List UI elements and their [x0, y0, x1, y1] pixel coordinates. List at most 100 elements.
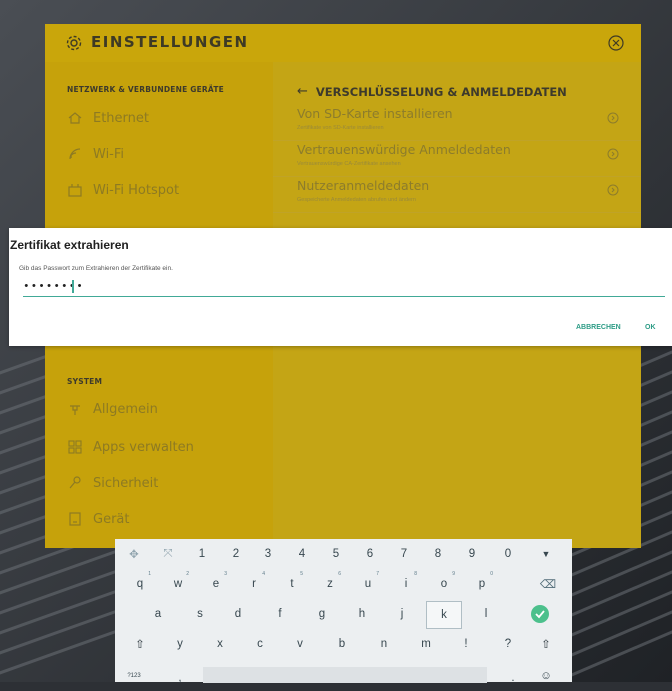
key-exclamation[interactable]: ! [453, 631, 479, 657]
chevron-right-icon [607, 148, 619, 160]
key-p-hint: 0 [490, 571, 493, 577]
key-k[interactable]: k [426, 601, 462, 629]
key-p[interactable]: p0 [469, 571, 495, 597]
key-r[interactable]: r4 [241, 571, 267, 597]
key-o-label: o [440, 578, 448, 590]
sidebar-item-device[interactable]: Gerät [67, 508, 129, 530]
list-item-trusted-credentials[interactable]: Vertrauenswürdige Anmeldedaten Vertrauen… [273, 140, 641, 177]
key-n[interactable]: n [371, 631, 397, 657]
detail-header: ← VERSCHLÜSSELUNG & ANMELDEDATEN [297, 84, 567, 99]
key-c[interactable]: c [247, 631, 273, 657]
dialog-message: Gib das Passwort zum Extrahieren der Zer… [19, 265, 173, 272]
sidebar-item-hotspot[interactable]: Wi-Fi Hotspot [67, 179, 179, 201]
enter-key[interactable] [527, 601, 553, 627]
key-v[interactable]: v [287, 631, 313, 657]
key-r-label: r [252, 578, 256, 590]
key-5[interactable]: 5 [323, 541, 349, 567]
hide-keyboard-icon[interactable]: ▼ [533, 541, 559, 567]
key-z-hint: 6 [338, 571, 341, 577]
keyboard-row-yxcv: ⇧ y x c v b n m ! ? ⇧ [115, 631, 572, 661]
key-m[interactable]: m [413, 631, 439, 657]
chevron-right-icon [607, 184, 619, 196]
sidebar-item-label: Ethernet [93, 110, 149, 126]
device-icon [69, 512, 81, 526]
key-p-label: p [478, 578, 486, 590]
shift-right-icon[interactable]: ⇧ [533, 631, 559, 657]
home-icon [68, 112, 82, 124]
key-1[interactable]: 1 [189, 541, 215, 567]
key-b[interactable]: b [329, 631, 355, 657]
sidebar-item-apps[interactable]: Apps verwalten [67, 436, 194, 458]
key-i-label: i [404, 578, 408, 590]
keyboard-row-numbers: ✥ ⤧ 1 2 3 4 5 6 7 8 9 0 ▼ [115, 541, 572, 571]
key-6[interactable]: 6 [357, 541, 383, 567]
chevron-right-icon [607, 112, 619, 124]
key-r-hint: 4 [262, 571, 265, 577]
sidebar-item-label: Wi-Fi [93, 146, 125, 162]
key-w[interactable]: w2 [165, 571, 191, 597]
key-7[interactable]: 7 [391, 541, 417, 567]
key-question[interactable]: ? [495, 631, 521, 657]
cancel-button[interactable]: ABBRECHEN [576, 324, 621, 331]
key-0[interactable]: 0 [495, 541, 521, 567]
key-h[interactable]: h [349, 601, 375, 627]
key-z[interactable]: z6 [317, 571, 343, 597]
keyboard-row-qwertz: q1 w2 e3 r4 t5 z6 u7 i8 o9 p0 ⌫ [115, 571, 572, 601]
dialog-title: Zertifikat extrahieren [10, 238, 129, 252]
password-field[interactable] [23, 278, 665, 297]
backspace-icon[interactable]: ⌫ [535, 571, 561, 597]
key-f[interactable]: f [267, 601, 293, 627]
key-4[interactable]: 4 [289, 541, 315, 567]
sidebar-item-label: Sicherheit [93, 475, 159, 491]
resize-icon[interactable]: ⤧ [155, 541, 181, 567]
space-bar[interactable] [203, 667, 487, 683]
close-icon[interactable] [607, 34, 625, 52]
key-x[interactable]: x [207, 631, 233, 657]
key-9[interactable]: 9 [459, 541, 485, 567]
wifi-icon [69, 148, 81, 160]
key-o[interactable]: o9 [431, 571, 457, 597]
key-s[interactable]: s [187, 601, 213, 627]
list-item-install-sd[interactable]: Von SD-Karte installieren Zertifikate vo… [273, 104, 641, 141]
key-8[interactable]: 8 [425, 541, 451, 567]
key-e[interactable]: e3 [203, 571, 229, 597]
sidebar-item-security[interactable]: Sicherheit [67, 472, 158, 494]
keyboard-row-asdf: a s d f g h j k l [115, 601, 572, 631]
list-item-user-credentials[interactable]: Nutzeranmeldedaten Gespeicherte Anmelded… [273, 176, 641, 213]
general-icon [70, 405, 80, 415]
key-e-label: e [212, 578, 220, 590]
key-y[interactable]: y [167, 631, 193, 657]
settings-header: EINSTELLUNGEN [45, 24, 641, 62]
key-t[interactable]: t5 [279, 571, 305, 597]
list-item-subtitle: Gespeicherte Anmeldedaten abrufen und än… [297, 197, 416, 203]
sidebar-item-general[interactable]: Allgemein [67, 398, 158, 420]
key-u[interactable]: u7 [355, 571, 381, 597]
period-key[interactable]: . [500, 665, 526, 691]
sidebar-item-ethernet[interactable]: Ethernet [67, 107, 149, 129]
key-u-label: u [364, 578, 372, 590]
key-q[interactable]: q1 [127, 571, 153, 597]
emoji-icon[interactable]: ☺ [533, 663, 559, 689]
sidebar-item-label: Allgemein [93, 401, 158, 417]
key-g[interactable]: g [309, 601, 335, 627]
ok-button[interactable]: OK [645, 324, 656, 331]
key-2[interactable]: 2 [223, 541, 249, 567]
back-arrow-icon[interactable]: ← [297, 84, 308, 99]
shift-left-icon[interactable]: ⇧ [127, 631, 153, 657]
key-q-label: q [136, 578, 144, 590]
key-3[interactable]: 3 [255, 541, 281, 567]
key-a[interactable]: a [145, 601, 171, 627]
symbols-key[interactable]: ?123 [121, 663, 147, 689]
key-i[interactable]: i8 [393, 571, 419, 597]
key-d[interactable]: d [225, 601, 251, 627]
key-l[interactable]: l [473, 601, 499, 627]
list-item-title: Von SD-Karte installieren [297, 106, 453, 121]
key-j[interactable]: j [389, 601, 415, 627]
move-icon[interactable]: ✥ [121, 541, 147, 567]
checkmark-icon [531, 605, 549, 623]
key-o-hint: 9 [452, 571, 455, 577]
sidebar-item-wifi[interactable]: Wi-Fi [67, 143, 124, 165]
list-item-title: Vertrauenswürdige Anmeldedaten [297, 142, 511, 157]
gear-icon [66, 35, 82, 51]
comma-key[interactable]: , [167, 665, 193, 691]
